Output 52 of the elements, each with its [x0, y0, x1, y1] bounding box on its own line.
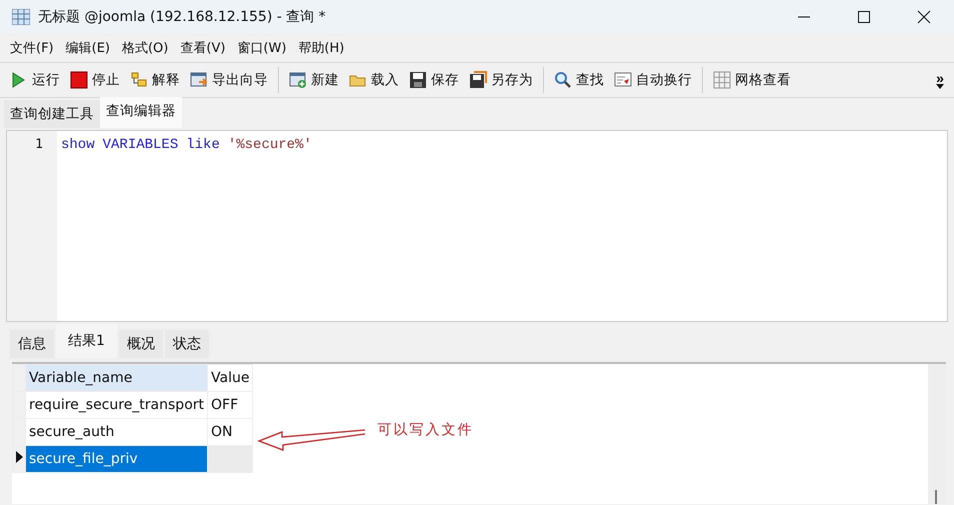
toolbar-button[interactable]: 自动换行 [612, 71, 694, 89]
toolbar-button[interactable]: 解释 [128, 71, 182, 89]
toolbar-button[interactable]: 载入 [347, 71, 401, 89]
menu-item[interactable]: 查看(V) [174, 39, 232, 57]
minimize-icon [797, 16, 811, 18]
code-token: VARIABLES [102, 137, 178, 153]
table-icon [12, 9, 30, 25]
toolbar-button[interactable]: 另存为 [467, 71, 535, 89]
scroll-thumb[interactable] [935, 490, 937, 504]
menu-item[interactable]: 帮助(H) [292, 39, 350, 57]
column-header[interactable]: Variable_name [26, 364, 208, 392]
toolbar-button[interactable]: 运行 [8, 71, 62, 89]
table-cell[interactable]: OFF [208, 392, 253, 418]
search-icon [554, 71, 572, 89]
line-number: 1 [34, 137, 43, 152]
menu-item[interactable]: 窗口(W) [231, 39, 292, 57]
diagram-icon [130, 71, 148, 89]
toolbar-button[interactable]: 网格查看 [711, 71, 793, 89]
toolbar-button[interactable]: 停止 [68, 71, 122, 89]
tab[interactable]: 查询创建工具 [4, 100, 100, 128]
close-icon [917, 10, 931, 24]
menu-item[interactable]: 格式(O) [116, 39, 174, 57]
tab[interactable]: 结果1 [56, 324, 117, 358]
annotation-text: 可以写入文件 [377, 421, 474, 439]
menu-item[interactable]: 文件(F) [4, 39, 60, 57]
floppy-icon [469, 71, 487, 89]
window-title: 无标题 @joomla (192.168.12.155) - 查询 * [38, 8, 327, 26]
tab[interactable]: 查询编辑器 [100, 97, 182, 128]
stop-icon [70, 71, 88, 89]
caret-icon [936, 84, 944, 88]
tab[interactable]: 概况 [118, 330, 163, 358]
toolbar-button[interactable]: 新建 [287, 71, 341, 89]
code-token: show [61, 137, 95, 153]
tab[interactable]: 信息 [10, 330, 54, 358]
toolbar-button[interactable]: 查找 [552, 71, 606, 89]
table-cell[interactable] [208, 446, 253, 472]
code-token: '%secure%' [228, 137, 312, 153]
row-pointer-icon [13, 450, 25, 464]
floppy-icon [409, 71, 427, 89]
toolbar-button[interactable]: 导出向导 [188, 71, 270, 89]
grid-icon [713, 71, 731, 89]
maximize-icon [857, 10, 871, 24]
code-token: like [186, 137, 220, 153]
tab[interactable]: 状态 [164, 330, 209, 358]
overflow-button[interactable]: » [936, 72, 944, 88]
toolbar-button[interactable]: 保存 [407, 71, 461, 89]
table-cell[interactable]: require_secure_transport [26, 392, 208, 418]
column-header[interactable]: Value [208, 364, 253, 392]
text-window-icon [614, 71, 632, 89]
menu-item[interactable]: 编辑(E) [60, 39, 116, 57]
window-plus-icon [289, 71, 307, 89]
table-cell[interactable]: secure_file_priv [26, 446, 208, 472]
